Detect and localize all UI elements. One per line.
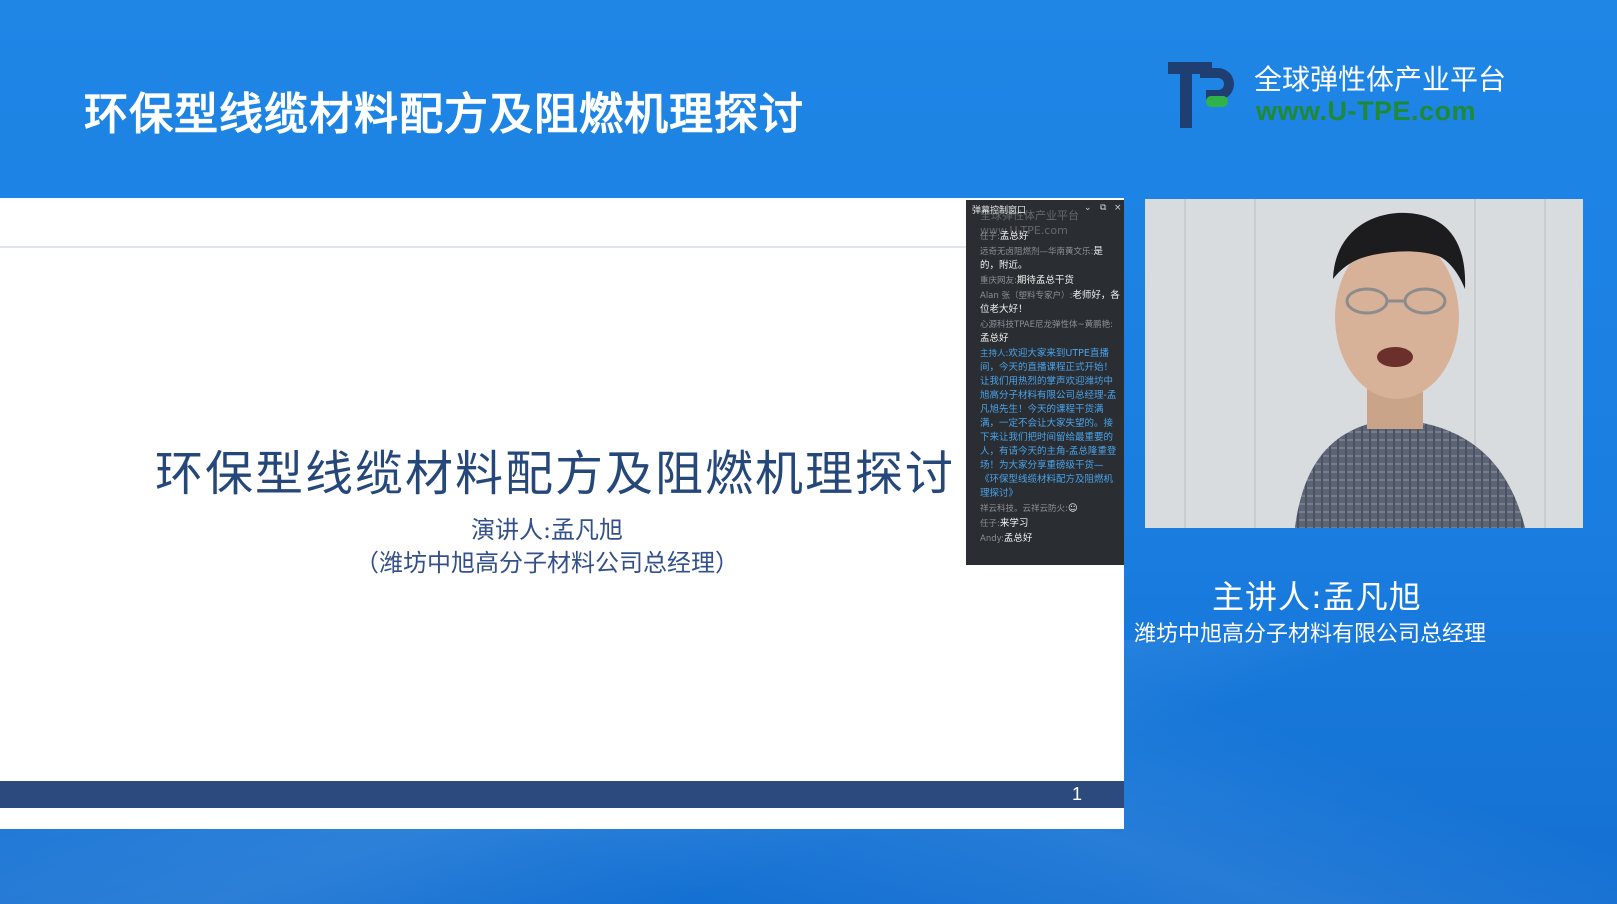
chat-message: Alan 张（塑料专家户）:老师好，各位老大好！ xyxy=(980,289,1120,317)
chat-text: 孟总好 xyxy=(1003,533,1033,544)
watermark-line: 全球弹性体产业平台 xyxy=(980,209,1079,222)
chat-user: 主持人: xyxy=(980,349,1009,359)
brand-logo-block: 全球弹性体产业平台 www.U-TPE.com xyxy=(1166,56,1506,134)
chat-message: 重庆网友:期待孟总干货 xyxy=(980,274,1120,288)
chat-text: 孟总好 xyxy=(980,333,1009,344)
chat-text: 孟总好 xyxy=(999,231,1029,242)
chat-user: 远奇无卤阻燃剂—华南黄文乐: xyxy=(980,247,1094,257)
slide-footer-bar: 1 xyxy=(0,781,1124,808)
chat-text: ☺ xyxy=(1067,503,1078,514)
utpe-logo-icon xyxy=(1168,62,1234,128)
chat-text: 期待孟总干货 xyxy=(1016,275,1074,286)
chevron-down-icon[interactable]: ⌄ xyxy=(1084,203,1092,213)
chat-text: 来学习 xyxy=(999,518,1029,529)
chat-text: 欢迎大家来到UTPE直播间，今天的直播课程正式开始！让我们用热烈的掌声欢迎潍坊中… xyxy=(980,348,1117,499)
slide-company: （潍坊中旭高分子材料公司总经理） xyxy=(355,549,739,577)
slide-presenter: 演讲人:孟凡旭 xyxy=(470,516,624,544)
popout-icon[interactable]: ⧉ xyxy=(1100,203,1106,213)
brand-name: 全球弹性体产业平台 xyxy=(1254,63,1507,96)
chat-user: Alan 张（塑料专家户）: xyxy=(980,291,1073,301)
chat-panel[interactable]: 弹幕控制窗口 ⌄ ⧉ × 全球弹性体产业平台 www.U-TPE.com 任子:… xyxy=(966,200,1124,565)
presentation-slide: 环保型线缆材料配方及阻燃机理探讨 演讲人:孟凡旭 （潍坊中旭高分子材料公司总经理… xyxy=(0,198,1124,829)
speaker-name: 主讲人:孟凡旭 xyxy=(1212,578,1422,616)
close-icon[interactable]: × xyxy=(1114,203,1122,213)
brand-url: www.U-TPE.com xyxy=(1256,96,1477,126)
chat-message: 祥云科技。云祥云防火:☺ xyxy=(980,502,1120,516)
chat-user: 心源科技TPAE尼龙弹性体~黄鹏艳: xyxy=(980,320,1113,330)
speaker-title: 潍坊中旭高分子材料有限公司总经理 xyxy=(1134,622,1487,647)
chat-message: Andy:孟总好 xyxy=(980,532,1120,546)
chat-message: 任子:来学习 xyxy=(980,517,1120,531)
speaker-portrait xyxy=(1145,199,1583,528)
chat-message: 主持人:欢迎大家来到UTPE直播间，今天的直播课程正式开始！让我们用热烈的掌声欢… xyxy=(980,347,1120,501)
chat-user: 祥云科技。云祥云防火: xyxy=(980,504,1068,514)
chat-message: 心源科技TPAE尼龙弹性体~黄鹏艳: 孟总好 xyxy=(980,318,1120,346)
chat-user: Andy: xyxy=(980,534,1004,544)
page-title: 环保型线缆材料配方及阻燃机理探讨 xyxy=(84,89,804,140)
chat-user: 任子: xyxy=(980,519,1000,529)
slide-title: 环保型线缆材料配方及阻燃机理探讨 xyxy=(154,446,955,502)
slide-divider xyxy=(0,246,967,248)
chat-user: 重庆网友: xyxy=(980,276,1017,286)
chat-user: 任子: xyxy=(980,232,1000,242)
slide-page-number: 1 xyxy=(1071,784,1082,804)
chat-message: 任子:孟总好 xyxy=(980,230,1120,244)
chat-message: 远奇无卤阻燃剂—华南黄文乐:是的，附近。 xyxy=(980,245,1120,273)
speaker-video[interactable] xyxy=(1145,199,1583,528)
chat-message-list[interactable]: 任子:孟总好 远奇无卤阻燃剂—华南黄文乐:是的，附近。 重庆网友:期待孟总干货 … xyxy=(980,230,1120,547)
